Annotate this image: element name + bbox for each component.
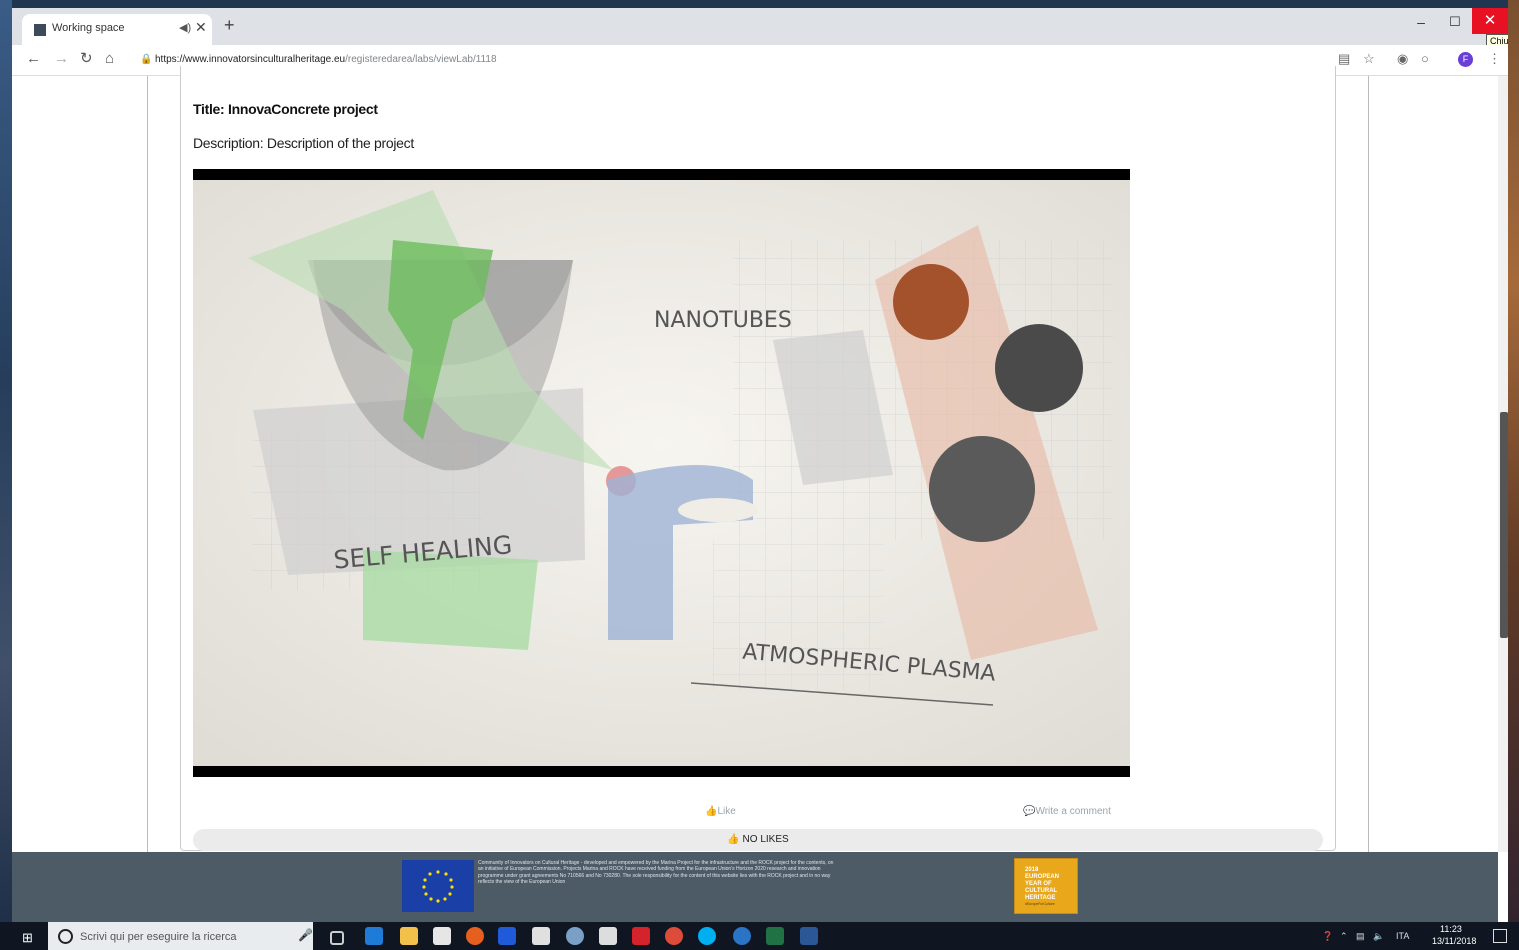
word-icon[interactable] xyxy=(800,927,818,945)
microphone-icon[interactable]: 🎤 xyxy=(298,928,313,942)
skype-icon[interactable] xyxy=(698,927,716,945)
search-placeholder: Scrivi qui per eseguire la ricerca xyxy=(80,931,237,943)
windows-taskbar: ⊞ Scrivi qui per eseguire la ricerca 🎤 ❓… xyxy=(0,922,1519,950)
eych-hashtag: #EuropeForCulture xyxy=(1025,902,1055,906)
language-indicator[interactable]: ITA xyxy=(1396,931,1409,941)
app-network-icon[interactable] xyxy=(733,927,751,945)
back-arrow-icon[interactable]: ← xyxy=(26,51,41,67)
video-frame: NANOTUBES SELF HEALING ATMOSPHERIC PLASM… xyxy=(193,180,1130,766)
eych-title: 2018 EUROPEAN YEAR OF CULTURAL HERITAGE xyxy=(1025,867,1060,901)
windows-start-icon[interactable]: ⊞ xyxy=(22,930,33,946)
eu-stars-icon xyxy=(422,870,454,903)
page-content: Title: InnovaConcrete project Descriptio… xyxy=(12,66,1508,852)
tab-working-space[interactable]: Working space ◀) ✕ xyxy=(22,14,212,45)
like-label: Like xyxy=(717,806,736,817)
eu-flag-logo xyxy=(402,860,474,912)
taskbar-search[interactable]: Scrivi qui per eseguire la ricerca 🎤 xyxy=(48,922,313,950)
desktop-background-right xyxy=(1508,0,1519,950)
address-bar[interactable]: https://www.innovatorsinculturalheritage… xyxy=(155,54,497,65)
calculator-icon[interactable] xyxy=(599,927,617,945)
cortana-icon xyxy=(58,929,73,944)
clock-time[interactable]: 11:23 xyxy=(1440,924,1462,934)
maximize-button[interactable]: ☐ xyxy=(1438,10,1472,34)
browser-window: Working space ◀) ✕ + – ☐ ✕ Chiudi ← → ↻ … xyxy=(12,8,1508,922)
profile-avatar[interactable]: F xyxy=(1458,52,1473,67)
tab-close-button[interactable]: ✕ xyxy=(195,19,207,36)
url-path: /registeredarea/labs/viewLab/1118 xyxy=(345,54,497,65)
new-tab-button[interactable]: + xyxy=(224,16,235,34)
excel-icon[interactable] xyxy=(766,927,784,945)
star-icon[interactable]: ☆ xyxy=(1363,51,1375,67)
chevron-up-icon[interactable]: ⌃ xyxy=(1340,931,1348,942)
like-button[interactable]: 👍Like xyxy=(705,806,736,817)
eych-logo: 2018 EUROPEAN YEAR OF CULTURAL HERITAGE … xyxy=(1014,858,1078,914)
video-player[interactable]: NANOTUBES SELF HEALING ATMOSPHERIC PLASM… xyxy=(193,169,1130,777)
tab-strip: Working space ◀) ✕ + – ☐ ✕ Chiudi xyxy=(12,8,1508,48)
speaker-icon[interactable]: ◀) xyxy=(179,21,191,34)
comment-label: Write a comment xyxy=(1035,806,1111,817)
desktop-background-left xyxy=(0,0,12,950)
likes-count: NO LIKES xyxy=(742,834,789,845)
site-favicon-icon xyxy=(34,24,46,36)
site-footer: Community of Innovators on Cultural Heri… xyxy=(12,852,1498,922)
page-description: Description: Description of the project xyxy=(193,135,414,151)
column-divider xyxy=(147,76,148,852)
footer-funding-text: Community of Innovators on Cultural Heri… xyxy=(478,860,834,885)
menu-dots-icon[interactable]: ⋮ xyxy=(1488,51,1501,67)
lock-icon: 🔒 xyxy=(140,54,153,65)
volume-icon[interactable]: 🔈 xyxy=(1373,931,1384,942)
forward-arrow-icon[interactable]: → xyxy=(54,51,69,67)
clock-date[interactable]: 13/11/2018 xyxy=(1432,936,1476,946)
page-title: Title: InnovaConcrete project xyxy=(193,101,378,117)
edge-icon[interactable] xyxy=(365,927,383,945)
thumbs-up-icon: 👍 xyxy=(705,806,718,817)
reload-icon[interactable]: ↻ xyxy=(80,51,93,67)
chrome-icon[interactable] xyxy=(665,927,683,945)
translate-icon[interactable]: ▤ xyxy=(1338,51,1350,67)
comment-icon: 💬 xyxy=(1023,806,1036,817)
minimize-button[interactable]: – xyxy=(1404,10,1438,34)
close-window-button[interactable]: ✕ xyxy=(1472,8,1508,34)
media-player-icon[interactable] xyxy=(498,927,516,945)
url-domain: https://www.innovatorsinculturalheritage… xyxy=(155,54,346,65)
tab-title: Working space xyxy=(52,22,125,34)
help-icon[interactable]: ❓ xyxy=(1322,931,1333,942)
home-icon[interactable]: ⌂ xyxy=(105,51,114,67)
thumbs-up-icon: 👍 xyxy=(727,834,743,845)
file-explorer-icon[interactable] xyxy=(400,927,418,945)
extension-icon[interactable]: ◉ xyxy=(1397,51,1408,67)
acrobat-icon[interactable] xyxy=(632,927,650,945)
store-icon[interactable] xyxy=(433,927,451,945)
firefox-icon[interactable] xyxy=(466,927,484,945)
task-view-icon[interactable] xyxy=(330,931,344,945)
likes-count-bar: 👍 NO LIKES xyxy=(193,829,1323,851)
column-divider xyxy=(1368,76,1369,852)
app-globe-icon[interactable] xyxy=(566,927,584,945)
scrollbar-thumb[interactable] xyxy=(1500,412,1508,638)
network-icon[interactable]: ▤ xyxy=(1356,931,1365,942)
video-label-nanotubes: NANOTUBES xyxy=(654,308,792,333)
notification-icon[interactable] xyxy=(1493,929,1507,943)
app-window-icon[interactable] xyxy=(532,927,550,945)
write-comment-button[interactable]: 💬Write a comment xyxy=(1023,806,1111,817)
extension-icon-2[interactable]: ○ xyxy=(1421,51,1429,66)
